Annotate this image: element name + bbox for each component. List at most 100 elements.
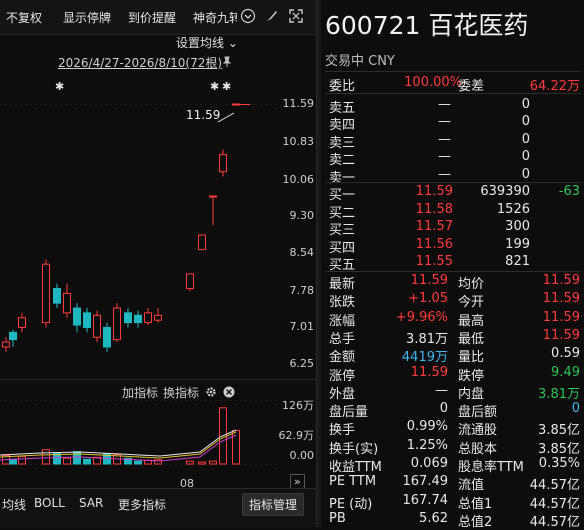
- stat-label: 金额: [329, 350, 356, 366]
- stat-value: 0: [439, 401, 448, 417]
- vol-tick: 126万: [282, 399, 314, 412]
- candle-body: [113, 307, 121, 341]
- stat-value: +9.96%: [395, 309, 448, 325]
- bid-row: 买四 11.56 199: [321, 236, 584, 256]
- stat-row: 收益TTM 0.069 股息率TTM 0.35%: [321, 455, 584, 475]
- brush-icon[interactable]: [264, 8, 280, 24]
- indicator-boll[interactable]: BOLL: [34, 496, 65, 510]
- toolbar-nine-turn[interactable]: 神奇九转: [193, 9, 237, 26]
- indicator-ma[interactable]: 均线: [2, 496, 26, 513]
- weicha-label: 委差: [458, 79, 485, 94]
- stat-label: 盘后量: [329, 405, 369, 421]
- candle-body: [103, 326, 111, 348]
- bid-row: 买二 11.58 1526: [321, 201, 584, 221]
- stat-label: 收益TTM: [329, 460, 382, 475]
- stat-row: 总手 3.81万 最低 11.59: [321, 327, 584, 347]
- chevron-down-icon[interactable]: [240, 8, 256, 24]
- stat-value: 167.49: [402, 474, 449, 490]
- weicha-value: 64.22万: [529, 79, 580, 94]
- bid-change: -63: [558, 184, 580, 199]
- volume-bar: [209, 460, 217, 465]
- stat-value: 3.85亿: [538, 423, 580, 439]
- scroll-right-icon[interactable]: »: [290, 474, 305, 489]
- toolbar-show-suspension[interactable]: 显示停牌: [63, 9, 111, 26]
- stat-label: 盘后额: [458, 405, 498, 421]
- ask-row: 卖四 —0: [321, 113, 584, 133]
- bid-volume: 1526: [496, 201, 530, 217]
- stat-value: 11.59: [410, 364, 448, 380]
- weibi-value: 100.00%: [404, 75, 462, 90]
- y-tick: 7.01: [289, 320, 315, 333]
- stat-label: 涨幅: [329, 313, 356, 329]
- indicator-manager-button[interactable]: 指标管理: [242, 493, 305, 516]
- y-tick: 10.83: [282, 135, 315, 148]
- indicator-sar[interactable]: SAR: [79, 496, 103, 510]
- y-tick: 8.54: [289, 246, 315, 259]
- y-tick: 9.30: [289, 209, 315, 222]
- weibi-label: 委比: [329, 79, 356, 94]
- stat-label: 最高: [458, 313, 485, 329]
- stat-label: 外盘: [329, 386, 356, 402]
- stat-label: 今开: [458, 295, 485, 311]
- stat-value: 3.81万: [538, 386, 580, 402]
- stat-value: 0: [571, 401, 580, 417]
- volume-bar: [42, 449, 50, 465]
- candle-body: [83, 312, 91, 328]
- stat-row: 涨幅 +9.96% 最高 11.59: [321, 309, 584, 329]
- candle-body: [73, 307, 81, 326]
- ask-row: 卖一 —0: [321, 166, 584, 186]
- close-icon[interactable]: [223, 386, 235, 398]
- bid-price: 11.58: [415, 201, 453, 217]
- toolbar-adjust[interactable]: 不复权: [6, 9, 42, 26]
- stat-row: 换手 0.99% 流通股 3.85亿: [321, 418, 584, 439]
- toolbar-price-alert[interactable]: 到价提醒: [128, 9, 176, 26]
- stat-value: 1.25%: [406, 437, 448, 453]
- ask-volume: 0: [521, 114, 530, 130]
- stat-label: PB: [329, 510, 346, 526]
- candle-body: [53, 288, 61, 304]
- stock-title: 600721 百花医药: [325, 11, 529, 40]
- stat-row: 盘后量 0 盘后额 0: [321, 400, 584, 421]
- stat-label: 最新: [329, 277, 356, 292]
- stat-label: 跌停: [458, 368, 485, 384]
- candle-body: [198, 234, 206, 251]
- stat-value: 0.069: [410, 456, 448, 471]
- indicator-more[interactable]: 更多指标: [118, 496, 166, 513]
- star-marker: ✱: [222, 80, 231, 93]
- ask-price: —: [438, 114, 451, 130]
- ask-row: 卖五 —0: [321, 96, 584, 116]
- candlestick-plot: ✱ ✱ ✱: [0, 80, 316, 465]
- stat-row: 张跌 +1.05 今开 11.59: [321, 290, 584, 311]
- kline-chart[interactable]: 设置均线 ⌄ 2026/4/27-2026/8/10(72根) ✱ ✱ ✱ 11.5…: [0, 34, 316, 494]
- volume-bar: [18, 455, 26, 465]
- stat-value: 0.99%: [406, 419, 448, 435]
- candle-body: [9, 331, 17, 341]
- stat-label: PE TTM: [329, 474, 377, 490]
- gear-icon[interactable]: [205, 386, 217, 398]
- candle-body: [134, 314, 142, 324]
- bid-volume: 821: [505, 254, 530, 270]
- stat-label: 股息率TTM: [458, 460, 524, 475]
- ask-row: 卖二 —0: [321, 148, 584, 168]
- stat-label: 流值: [458, 478, 485, 494]
- candle-body: [144, 312, 152, 324]
- ask-price: —: [438, 166, 451, 182]
- stat-row: 外盘 — 内盘 3.81万: [321, 382, 584, 402]
- fullscreen-icon[interactable]: [288, 8, 304, 24]
- y-tick: 10.06: [282, 173, 315, 186]
- add-indicator[interactable]: 加指标: [122, 384, 158, 401]
- ask-volume: 0: [521, 97, 530, 112]
- ma5-line: [0, 429, 237, 457]
- chart-toolbar: 不复权 显示停牌 到价提醒 神奇九转: [0, 0, 316, 35]
- weibi-row: 委比 100.00% 委差 64.22万: [321, 74, 584, 94]
- candle-body: [124, 312, 132, 324]
- switch-indicator[interactable]: 换指标: [163, 384, 199, 401]
- volume-bar: [73, 451, 81, 465]
- stat-value: 9.49: [551, 364, 580, 380]
- stat-row: 最新 11.59 均价 11.59: [321, 272, 584, 292]
- bid-volume: 639390: [480, 184, 530, 199]
- ask-price: —: [438, 149, 451, 165]
- ask-volume: 0: [521, 166, 530, 182]
- stat-value: 0.59: [551, 346, 580, 362]
- bid-row: 买五 11.55 821: [321, 253, 584, 273]
